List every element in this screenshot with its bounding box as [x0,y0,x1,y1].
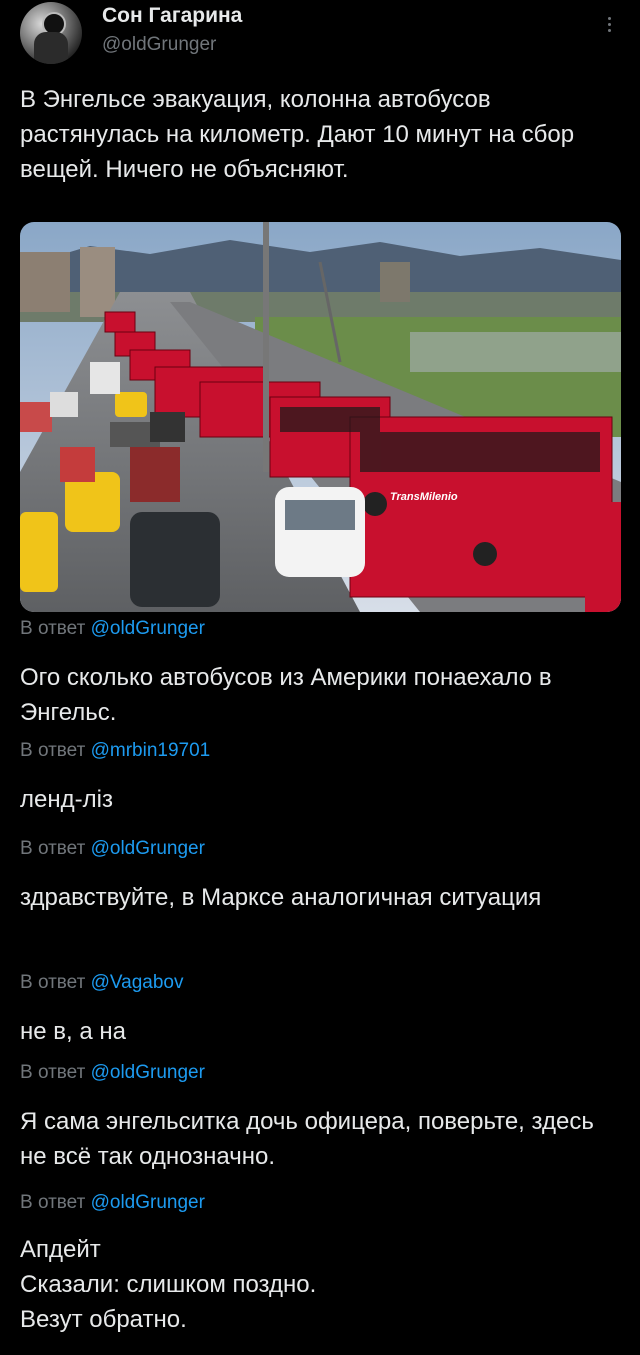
reply-prefix: В ответ [20,1062,86,1083]
reply-text: не в, а на [20,1018,126,1045]
astronaut-body-icon [34,32,68,64]
author-handle[interactable]: @oldGrunger [102,34,216,56]
reply-mention-link[interactable]: @Vagabov [91,972,184,993]
reply-prefix: В ответ [20,972,86,993]
reply-text: Апдейт Сказали: слишком поздно. Везут об… [20,1232,620,1337]
reply-mention-link[interactable]: @oldGrunger [91,1062,205,1083]
bus-logo-text: TransMilenio [390,491,458,503]
tweet-header: Сон Гагарина @oldGrunger [0,0,640,78]
reply-prefix: В ответ [20,1192,86,1213]
reply-mention-link[interactable]: @oldGrunger [91,1192,205,1213]
author-name[interactable]: Сон Гагарина [102,4,242,28]
reply-indicator: В ответ @oldGrunger [20,1062,205,1084]
tweet-text: В Энгельсе эвакуация, колонна автобусов … [20,86,575,183]
bus-photo: TransMilenio [20,222,621,612]
reply-text-line: Везут обратно. [20,1306,187,1333]
reply-text: ленд-ліз [20,786,113,813]
reply-indicator: В ответ @oldGrunger [20,1192,205,1214]
reply-text-line: Апдейт [20,1236,101,1263]
reply-prefix: В ответ [20,838,86,859]
reply-text: здравствуйте, в Марксе аналогичная ситуа… [20,884,542,911]
reply-text: Я сама энгельситка дочь офицера, поверьт… [20,1108,594,1170]
reply-indicator: В ответ @Vagabov [20,972,184,994]
reply-indicator: В ответ @oldGrunger [20,838,205,860]
reply-prefix: В ответ [20,618,86,639]
reply-indicator: В ответ @mrbin19701 [20,740,210,762]
avatar[interactable] [20,2,82,64]
reply-mention-link[interactable]: @oldGrunger [91,838,205,859]
tweet-media[interactable]: TransMilenio [20,222,621,612]
reply-text-line: Сказали: слишком поздно. [20,1271,317,1298]
reply-indicator: В ответ @oldGrunger [20,618,205,640]
reply-mention-link[interactable]: @mrbin19701 [91,740,211,761]
more-vertical-icon[interactable] [606,14,612,36]
reply-prefix: В ответ [20,740,86,761]
reply-mention-link[interactable]: @oldGrunger [91,618,205,639]
reply-text: Ого сколько автобусов из Америки понаеха… [20,664,552,726]
